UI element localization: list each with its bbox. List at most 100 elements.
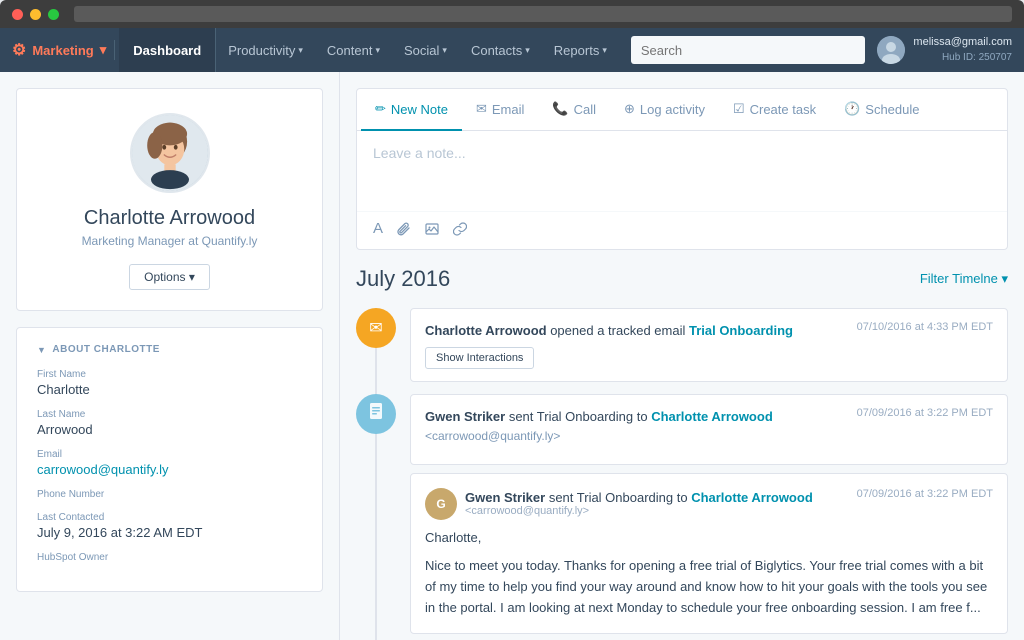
last-contacted-label: Last Contacted [37,512,302,523]
format-text-icon[interactable]: A [373,220,383,237]
productivity-caret: ▾ [298,45,303,56]
field-last-contacted: Last Contacted July 9, 2016 at 3:22 AM E… [37,512,302,540]
timeline-item-1: ✉ Charlotte Arrowood opened a tracked em… [356,308,1008,394]
profile-card: Charlotte Arrowood Marketing Manager at … [16,88,323,311]
close-btn[interactable] [12,9,23,20]
contact-avatar [130,113,210,193]
window-chrome [0,0,1024,28]
link-icon[interactable] [453,222,467,236]
timeline-doc-icon [356,394,396,434]
timeline-timestamp-1: 07/10/2016 at 4:33 PM EDT [857,321,993,333]
tab-schedule[interactable]: 🕐 Schedule [830,89,933,131]
tab-new-note[interactable]: ✏ New Note [361,89,462,131]
timeline-link-1[interactable]: Trial Onboarding [689,323,793,338]
brand-caret-icon: ▾ [100,42,107,58]
phone-label: Phone Number [37,489,302,500]
note-area[interactable]: Leave a note... [357,131,1007,211]
activity-tabs: ✏ New Note ✉ Email 📞 Call ⊕ Log activity… [357,89,1007,131]
field-phone: Phone Number [37,489,302,500]
contacts-caret: ▾ [525,45,530,56]
tab-call[interactable]: 📞 Call [538,89,610,131]
email-timestamp: 07/09/2016 at 3:22 PM EDT [857,488,993,520]
minimize-btn[interactable] [30,9,41,20]
show-interactions-button[interactable]: Show Interactions [425,347,534,369]
contact-title: Marketing Manager at Quantify.ly [37,234,302,248]
timeline-actor-1: Charlotte Arrowood [425,323,547,338]
timeline-link-2[interactable]: Charlotte Arrowood [651,409,773,424]
nav-item-contacts[interactable]: Contacts ▾ [459,28,542,72]
maximize-btn[interactable] [48,9,59,20]
main-content: Charlotte Arrowood Marketing Manager at … [0,72,1024,640]
email-body-content: Nice to meet you today. Thanks for openi… [425,558,987,615]
about-title: ABOUT CHARLOTTE [52,344,160,355]
user-menu[interactable]: melissa@gmail.com Hub ID: 250707 [877,35,1012,64]
sender-email-sub: <carrowood@quantify.ly> [465,505,813,517]
nav-item-productivity[interactable]: Productivity ▾ [216,28,315,72]
hub-id: Hub ID: 250707 [913,51,1012,65]
timeline-actor-2: Gwen Striker [425,409,505,424]
search-input[interactable] [631,36,866,64]
field-last-name: Last Name Arrowood [37,409,302,437]
pencil-icon: ✏ [375,101,386,117]
sender-name-line: Gwen Striker sent Trial Onboarding to Ch… [465,490,813,505]
attach-icon[interactable] [397,222,411,236]
timeline-header: July 2016 Filter Timelne ▾ [356,266,1008,292]
timeline-card-2-header: Gwen Striker sent Trial Onboarding to Ch… [410,394,1008,465]
options-button[interactable]: Options ▾ [129,264,210,290]
timeline-month: July 2016 [356,266,450,292]
timeline-email-icon: ✉ [356,308,396,348]
social-caret: ▾ [442,45,447,56]
sender-name-block: Gwen Striker sent Trial Onboarding to Ch… [465,490,813,517]
nav-item-reports[interactable]: Reports ▾ [542,28,619,72]
note-placeholder: Leave a note... [373,145,466,161]
timeline-section: July 2016 Filter Timelne ▾ ✉ Charlotte A… [340,250,1024,640]
timeline-timestamp-2: 07/09/2016 at 3:22 PM EDT [857,407,993,419]
avatar [877,36,905,64]
first-name-label: First Name [37,369,302,380]
timeline-action-2: sent Trial Onboarding to [509,409,651,424]
timeline-item-2: Gwen Striker sent Trial Onboarding to Ch… [356,394,1008,640]
tab-create-task[interactable]: ☑ Create task [719,89,830,131]
filter-timeline-button[interactable]: Filter Timelne ▾ [920,271,1008,287]
contact-name: Charlotte Arrowood [37,207,302,230]
email-sender-row: G Gwen Striker sent Trial Onboarding to … [425,488,993,520]
email-envelope-icon: ✉ [369,318,382,338]
timeline-entry-row-1: Charlotte Arrowood opened a tracked emai… [425,321,993,341]
first-name-value: Charlotte [37,382,302,397]
note-toolbar: A [357,211,1007,249]
email-body-card: G Gwen Striker sent Trial Onboarding to … [410,473,1008,634]
address-bar [74,6,1012,22]
about-header: ▼ ABOUT CHARLOTTE [37,344,302,355]
sender-info: G Gwen Striker sent Trial Onboarding to … [425,488,813,520]
doc-icon [367,402,385,425]
image-icon[interactable] [425,222,439,236]
timeline-entry-row-2: Gwen Striker sent Trial Onboarding to Ch… [425,407,993,446]
tab-email[interactable]: ✉ Email [462,89,538,131]
sender-bold-name: Gwen Striker [465,490,545,505]
user-info: melissa@gmail.com Hub ID: 250707 [913,35,1012,64]
email-body-text: Charlotte, Nice to meet you today. Thank… [425,528,993,619]
contact-avatar-img [132,115,208,191]
nav-brand[interactable]: ⚙ Marketing ▾ [12,40,115,60]
field-hubspot-owner: HubSpot Owner [37,552,302,563]
sender-link-name[interactable]: Charlotte Arrowood [691,490,813,505]
task-icon: ☑ [733,101,745,117]
user-email: melissa@gmail.com [913,35,1012,50]
right-panel: ✏ New Note ✉ Email 📞 Call ⊕ Log activity… [340,72,1024,640]
content-caret: ▾ [375,45,380,56]
field-first-name: First Name Charlotte [37,369,302,397]
timeline-entry-text-2: Gwen Striker sent Trial Onboarding to Ch… [425,407,773,446]
about-caret-icon: ▼ [37,345,46,355]
field-email: Email carrowood@quantify.ly [37,449,302,477]
timeline-entry-text-1: Charlotte Arrowood opened a tracked emai… [425,321,793,341]
sender-avatar: G [425,488,457,520]
timeline-container: ✉ Charlotte Arrowood opened a tracked em… [356,308,1008,640]
last-name-value: Arrowood [37,422,302,437]
log-icon: ⊕ [624,101,635,117]
email-value[interactable]: carrowood@quantify.ly [37,462,302,477]
nav-item-social[interactable]: Social ▾ [392,28,459,72]
nav-item-content[interactable]: Content ▾ [315,28,392,72]
nav-dashboard[interactable]: Dashboard [119,28,216,72]
hubspot-icon: ⚙ [12,40,26,60]
tab-log-activity[interactable]: ⊕ Log activity [610,89,719,131]
